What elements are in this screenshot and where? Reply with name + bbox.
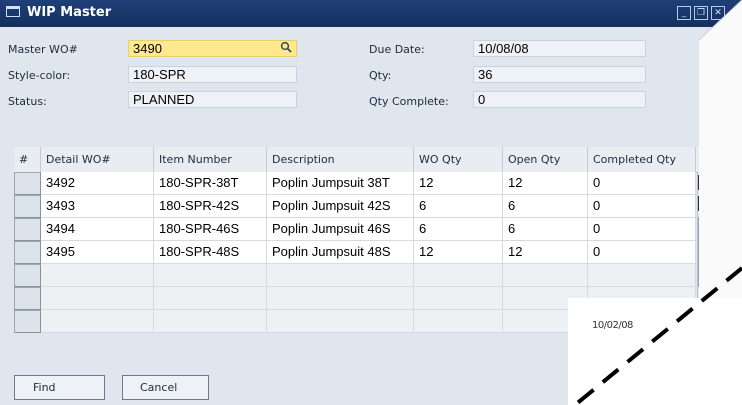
master-wo-field[interactable]: 3490 — [128, 40, 297, 57]
cell-detail-wo[interactable]: 3494 — [41, 218, 154, 241]
table-row-empty[interactable] — [14, 264, 713, 287]
table-row[interactable]: 3495 180-SPR-48S Poplin Jumpsuit 48S 12 … — [14, 241, 713, 264]
empty-cell[interactable] — [503, 264, 588, 287]
empty-cell[interactable] — [414, 310, 503, 333]
cancel-button[interactable]: Cancel — [122, 375, 209, 400]
cell-detail-wo[interactable]: 3493 — [41, 195, 154, 218]
cell-wo-qty[interactable]: 6 — [414, 195, 503, 218]
qty-complete-field[interactable]: 0 — [473, 91, 646, 108]
cell-open-qty[interactable]: 12 — [503, 241, 588, 264]
empty-cell[interactable] — [154, 310, 267, 333]
cell-wo-qty[interactable]: 12 — [414, 172, 503, 195]
magnifier-icon[interactable] — [280, 41, 292, 53]
cell-wo-qty[interactable]: 12 — [414, 241, 503, 264]
row-selector[interactable] — [14, 172, 41, 195]
minimize-icon[interactable]: _ — [677, 6, 691, 20]
cell-detail-wo[interactable]: 3492 — [41, 172, 154, 195]
cell-open-qty[interactable]: 6 — [503, 195, 588, 218]
empty-cell[interactable] — [414, 287, 503, 310]
col-header-row-num[interactable]: # — [14, 147, 41, 172]
cell-description[interactable]: Poplin Jumpsuit 38T — [267, 172, 414, 195]
find-button[interactable]: Find — [14, 375, 105, 400]
col-header-description[interactable]: Description — [267, 147, 414, 172]
status-label: Status: — [8, 95, 47, 108]
style-color-label: Style-color: — [8, 69, 71, 82]
col-header-item-number[interactable]: Item Number — [154, 147, 267, 172]
empty-cell[interactable] — [267, 310, 414, 333]
cell-item-number[interactable]: 180-SPR-46S — [154, 218, 267, 241]
cell-item-number[interactable]: 180-SPR-48S — [154, 241, 267, 264]
col-header-wo-qty[interactable]: WO Qty — [414, 147, 503, 172]
cell-item-number[interactable]: 180-SPR-38T — [154, 172, 267, 195]
cell-description[interactable]: Poplin Jumpsuit 42S — [267, 195, 414, 218]
cell-item-number[interactable]: 180-SPR-42S — [154, 195, 267, 218]
status-field[interactable]: PLANNED — [128, 91, 297, 108]
cell-completed-qty[interactable]: 0 — [588, 218, 696, 241]
overlay-date-text: 10/02/08 — [592, 320, 633, 331]
empty-cell[interactable] — [41, 287, 154, 310]
cell-completed-qty[interactable]: 0 — [588, 241, 696, 264]
col-header-open-qty[interactable]: Open Qty — [503, 147, 588, 172]
empty-cell[interactable] — [154, 264, 267, 287]
grid-header: # Detail WO# Item Number Description WO … — [14, 147, 713, 173]
master-wo-label: Master WO# — [8, 43, 78, 56]
due-date-field[interactable]: 10/08/08 — [473, 40, 646, 57]
col-header-completed-qty[interactable]: Completed Qty — [588, 147, 696, 172]
empty-cell[interactable] — [154, 287, 267, 310]
table-row[interactable]: 3494 180-SPR-46S Poplin Jumpsuit 46S 6 6… — [14, 218, 713, 241]
cell-open-qty[interactable]: 6 — [503, 218, 588, 241]
row-selector[interactable] — [14, 310, 41, 333]
cell-description[interactable]: Poplin Jumpsuit 46S — [267, 218, 414, 241]
row-selector[interactable] — [14, 241, 41, 264]
row-selector[interactable] — [14, 195, 41, 218]
qty-field[interactable]: 36 — [473, 66, 646, 83]
window-icon — [6, 6, 20, 17]
empty-cell[interactable] — [267, 264, 414, 287]
row-selector[interactable] — [14, 287, 41, 310]
col-header-detail-wo[interactable]: Detail WO# — [41, 147, 154, 172]
cell-open-qty[interactable]: 12 — [503, 172, 588, 195]
title-bar[interactable]: WIP Master _ ❐ ✕ — [0, 0, 742, 27]
due-date-label: Due Date: — [369, 43, 425, 56]
row-selector[interactable] — [14, 218, 41, 241]
empty-cell[interactable] — [41, 310, 154, 333]
cell-detail-wo[interactable]: 3495 — [41, 241, 154, 264]
qty-complete-label: Qty Complete: — [369, 95, 449, 108]
style-color-field[interactable]: 180-SPR — [128, 66, 297, 83]
empty-cell[interactable] — [414, 264, 503, 287]
cell-completed-qty[interactable]: 0 — [588, 195, 696, 218]
table-row[interactable]: 3492 180-SPR-38T Poplin Jumpsuit 38T 12 … — [14, 172, 713, 195]
cell-description[interactable]: Poplin Jumpsuit 48S — [267, 241, 414, 264]
overlay-paper — [568, 298, 742, 405]
window-title: WIP Master — [27, 5, 112, 20]
empty-cell[interactable] — [588, 264, 696, 287]
cell-wo-qty[interactable]: 6 — [414, 218, 503, 241]
empty-cell[interactable] — [41, 264, 154, 287]
row-selector[interactable] — [14, 264, 41, 287]
empty-cell[interactable] — [267, 287, 414, 310]
qty-label: Qty: — [369, 69, 392, 82]
cell-completed-qty[interactable]: 0 — [588, 172, 696, 195]
table-row[interactable]: 3493 180-SPR-42S Poplin Jumpsuit 42S 6 6… — [14, 195, 713, 218]
